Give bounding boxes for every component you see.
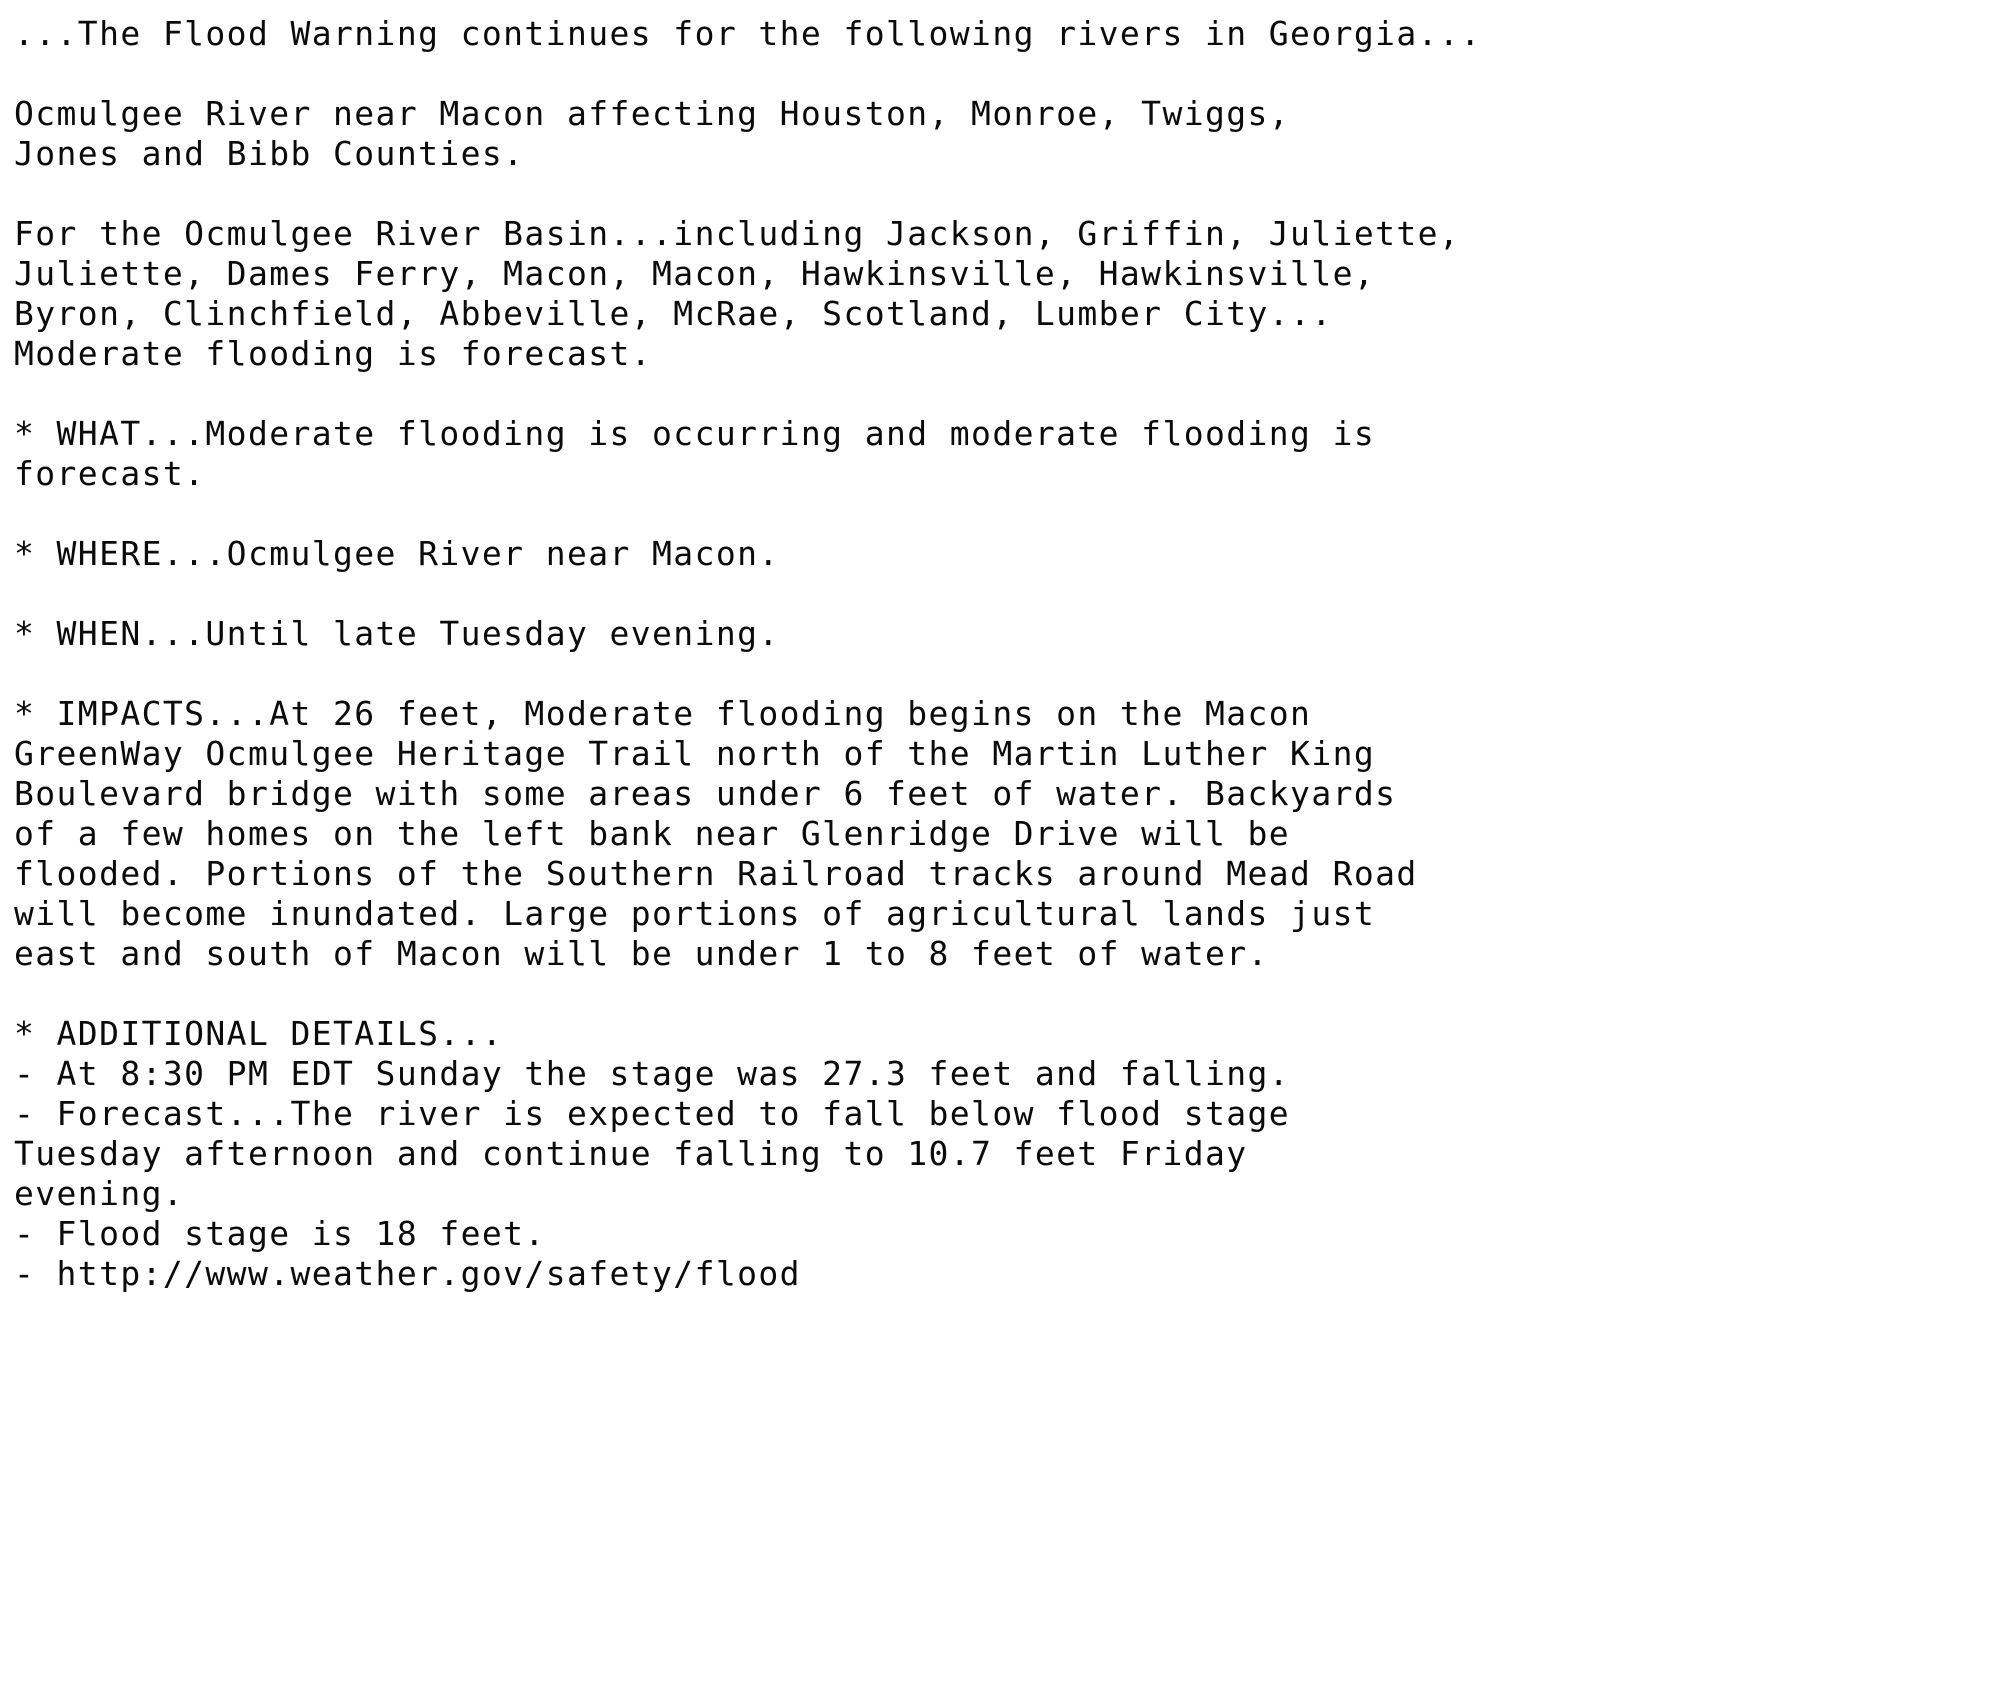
bulletin-line: of a few homes on the left bank near Gle… [14, 814, 1291, 853]
bulletin-line: will become inundated. Large portions of… [14, 894, 1376, 933]
bulletin-line: ...The Flood Warning continues for the f… [14, 14, 1482, 53]
bulletin-line: - Flood stage is 18 feet. [14, 1214, 546, 1253]
bulletin-line: GreenWay Ocmulgee Heritage Trail north o… [14, 734, 1376, 773]
bulletin-line: * IMPACTS...At 26 feet, Moderate floodin… [14, 694, 1312, 733]
bulletin-line: * WHAT...Moderate flooding is occurring … [14, 414, 1376, 453]
bulletin-line: For the Ocmulgee River Basin...including… [14, 214, 1461, 253]
bulletin-line: forecast. [14, 454, 206, 493]
bulletin-line: - Forecast...The river is expected to fa… [14, 1094, 1291, 1133]
bulletin-line: - At 8:30 PM EDT Sunday the stage was 27… [14, 1054, 1291, 1093]
bulletin-line: Juliette, Dames Ferry, Macon, Macon, Haw… [14, 254, 1376, 293]
bulletin-line: Moderate flooding is forecast. [14, 334, 653, 373]
flood-warning-bulletin: ...The Flood Warning continues for the f… [0, 0, 2000, 1294]
bulletin-line: - http://www.weather.gov/safety/flood [14, 1254, 801, 1293]
bulletin-line: Boulevard bridge with some areas under 6… [14, 774, 1397, 813]
bulletin-line: * WHERE...Ocmulgee River near Macon. [14, 534, 780, 573]
bulletin-line: evening. [14, 1174, 185, 1213]
bulletin-line: Tuesday afternoon and continue falling t… [14, 1134, 1248, 1173]
bulletin-line: Ocmulgee River near Macon affecting Hous… [14, 94, 1291, 133]
bulletin-line: flooded. Portions of the Southern Railro… [14, 854, 1418, 893]
bulletin-line: * WHEN...Until late Tuesday evening. [14, 614, 780, 653]
bulletin-line: Byron, Clinchfield, Abbeville, McRae, Sc… [14, 294, 1333, 333]
bulletin-line: east and south of Macon will be under 1 … [14, 934, 1269, 973]
bulletin-line: * ADDITIONAL DETAILS... [14, 1014, 504, 1053]
bulletin-line: Jones and Bibb Counties. [14, 134, 525, 173]
